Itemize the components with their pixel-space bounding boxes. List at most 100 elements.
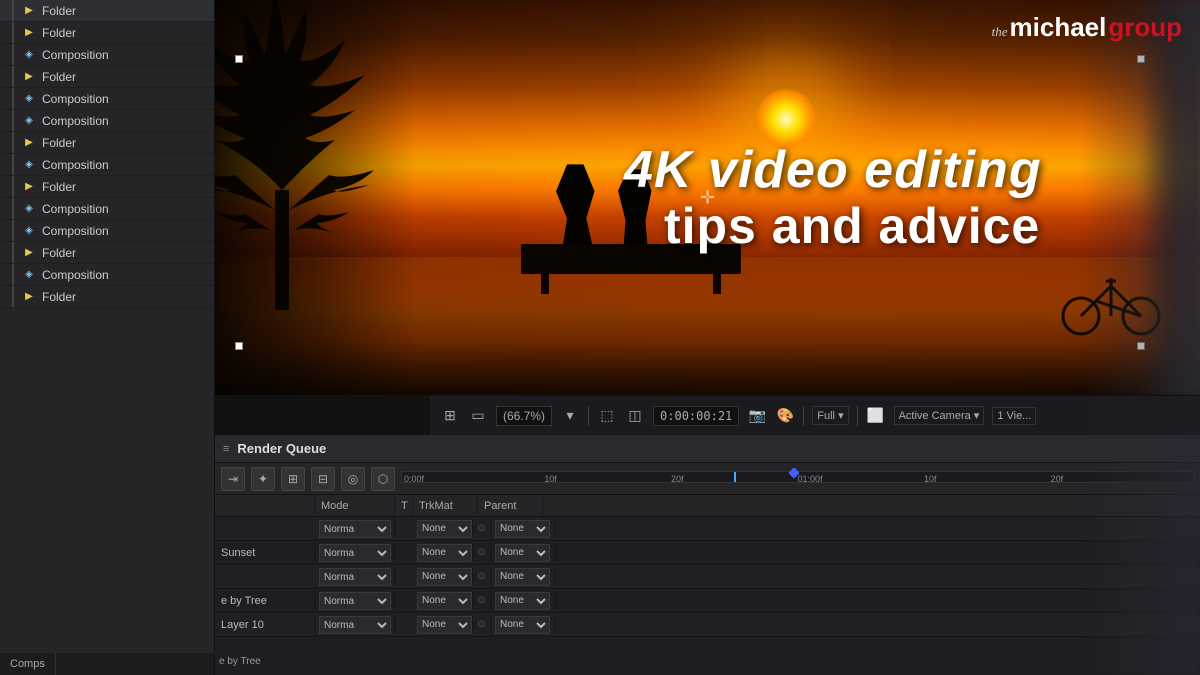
project-item-3[interactable]: ▶ Folder [0,66,214,88]
layer-columns-header: Mode T TrkMat Parent [215,495,1200,517]
project-item-9[interactable]: ◈Composition [0,198,214,220]
trkmat-select-3[interactable]: None [417,592,472,610]
monitor-icon[interactable]: ▭ [468,407,488,424]
mode-cell-4: Norma [315,615,395,635]
project-item-5[interactable]: ◈Composition [0,110,214,132]
project-item-4[interactable]: ◈Composition [0,88,214,110]
trkmat-select-0[interactable]: None [417,520,472,538]
layer-link-icon-3[interactable]: ⊙ [473,595,491,606]
project-item-label: Composition [42,92,109,106]
project-item-0[interactable]: ▶Folder [0,0,214,22]
handle-bl[interactable] [235,342,243,350]
parent-cell-4: None [491,616,556,634]
bottom-tab-bar: Comps [0,653,214,675]
color-icon[interactable]: 🎨 [775,407,795,424]
indent-line [12,132,14,153]
timeline-tab-comps-label[interactable]: ≡ [223,443,229,455]
timeline-panel: ≡ Render Queue ⇥ ✦ ⊞ ⊟ ◎ ⬡ 0:00f 10f 20f… [215,435,1200,675]
trkmat-col-header: TrkMat [413,495,478,516]
trkmat-select-1[interactable]: None [417,544,472,562]
zoom-dropdown-icon[interactable]: ▾ [560,407,580,424]
layer-link-icon-4[interactable]: ⊙ [473,619,491,630]
preview-area: ✛ 4K video editing tips and advice the m… [215,0,1200,435]
camera-snap-icon[interactable]: 📷 [747,407,767,424]
tool-star[interactable]: ✦ [251,467,275,491]
tool-select[interactable]: ⇥ [221,467,245,491]
project-item-7[interactable]: ◈Composition [0,154,214,176]
tab-comps[interactable]: Comps [0,653,56,675]
project-item-label: Folder [42,26,76,40]
layer-row-3[interactable]: e by TreeNormaNone⊙None [215,589,1200,613]
indent-line [12,242,14,263]
indent-line [12,154,14,175]
project-item-label: Folder [42,70,76,84]
project-item-12[interactable]: ◈Composition [0,264,214,286]
layer-row-1[interactable]: SunsetNormaNone⊙None [215,541,1200,565]
indent-line [12,44,14,65]
layer-row-0[interactable]: NormaNone⊙None [215,517,1200,541]
zoom-level[interactable]: (66.7%) [496,406,552,426]
mode-col-header: Mode [315,495,395,516]
project-item-label: Folder [42,136,76,150]
indent-line [12,264,14,285]
layer-link-icon-0[interactable]: ⊙ [473,523,491,534]
indent-line [12,22,14,43]
indent-line [12,110,14,131]
layer-link-icon-1[interactable]: ⊙ [473,547,491,558]
mode-select-1[interactable]: Norma [319,544,391,562]
parent-select-3[interactable]: None [495,592,550,610]
composition-icon: ◈ [22,48,36,62]
folder-icon: ▶ [22,70,36,84]
project-item-label: Folder [42,290,76,304]
mode-select-0[interactable]: Norma [319,520,391,538]
right-blur-panel [1080,0,1200,675]
view-options-icon[interactable]: ⬜ [866,407,886,424]
project-item-13[interactable]: ▶Folder [0,286,214,308]
layer-row-4[interactable]: Layer 10NormaNone⊙None [215,613,1200,637]
project-item-8[interactable]: ▶Folder [0,176,214,198]
ruler-playhead[interactable] [734,472,736,482]
tool-mask[interactable]: ⬡ [371,467,395,491]
project-item-11[interactable]: ▶Folder [0,242,214,264]
indent-line [12,286,14,307]
mode-cell-2: Norma [315,567,395,587]
tool-box[interactable]: ⊞ [281,467,305,491]
parent-select-4[interactable]: None [495,616,550,634]
render-queue-tab[interactable]: Render Queue [237,441,326,456]
project-item-label: Composition [42,48,109,62]
timecode-display[interactable]: 0:00:00:21 [653,406,739,426]
region-icon[interactable]: ◫ [625,407,645,424]
layer-name-1: Sunset [215,547,315,559]
trkmat-select-2[interactable]: None [417,568,472,586]
tick-10f-2: 10f [924,474,937,484]
parent-select-0[interactable]: None [495,520,550,538]
fit-icon[interactable]: ⬚ [597,407,617,424]
timeline-header: ≡ Render Queue [215,435,1200,463]
parent-select-2[interactable]: None [495,568,550,586]
mode-select-2[interactable]: Norma [319,568,391,586]
quality-dropdown[interactable]: Full ▾ [812,406,848,425]
composition-icon: ◈ [22,202,36,216]
views-dropdown[interactable]: 1 Vie... [992,407,1036,425]
screen-icon[interactable]: ⊞ [440,407,460,424]
folder-icon: ▶ [22,180,36,194]
project-item-1[interactable]: ▶Folder [0,22,214,44]
mode-cell-1: Norma [315,543,395,563]
handle-tl[interactable] [235,55,243,63]
sep1 [588,406,589,426]
tick-20f: 20f [671,474,684,484]
trkmat-select-4[interactable]: None [417,616,472,634]
project-item-6[interactable]: ▶Folder [0,132,214,154]
parent-select-1[interactable]: None [495,544,550,562]
camera-dropdown[interactable]: Active Camera ▾ [894,406,985,425]
tree-silhouette [215,0,395,310]
mode-select-4[interactable]: Norma [319,616,391,634]
indent-line [12,0,14,21]
tool-circle[interactable]: ◎ [341,467,365,491]
mode-select-3[interactable]: Norma [319,592,391,610]
layer-row-2[interactable]: NormaNone⊙None [215,565,1200,589]
project-item-2[interactable]: ◈ Composition [0,44,214,66]
project-item-10[interactable]: ◈Composition [0,220,214,242]
layer-link-icon-2[interactable]: ⊙ [473,571,491,582]
tool-grid[interactable]: ⊟ [311,467,335,491]
